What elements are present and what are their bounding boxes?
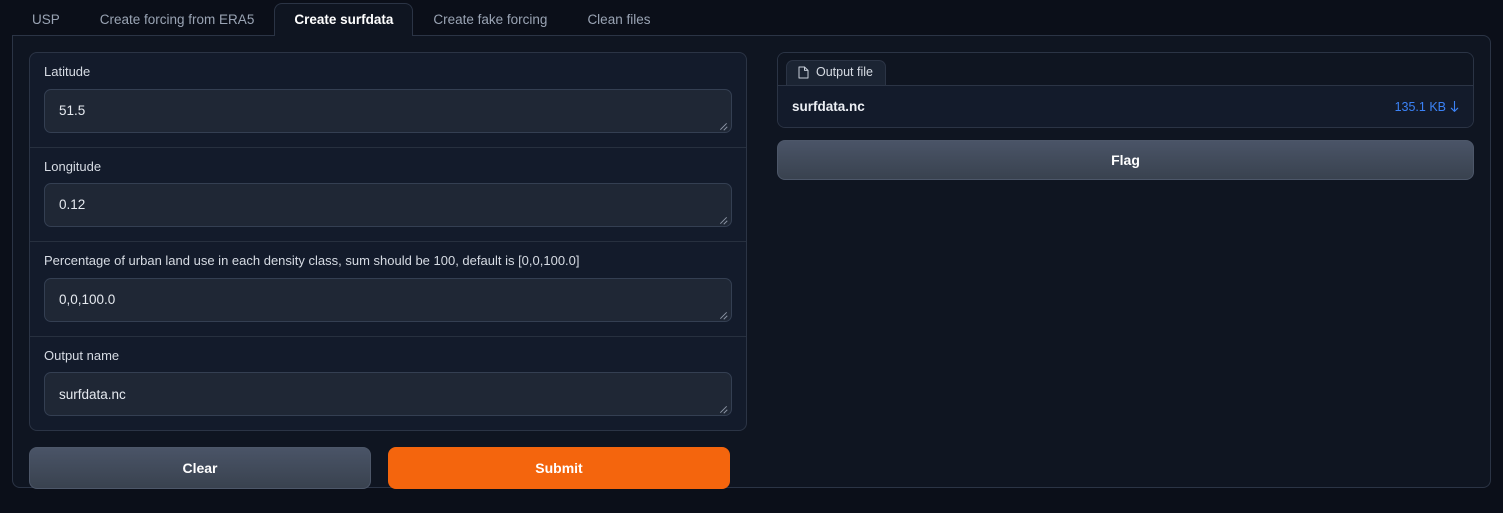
form-actions: Clear Submit (29, 447, 747, 490)
output-file-card: Output file surfdata.nc 135.1 KB (777, 52, 1474, 128)
download-arrow-icon (1450, 100, 1459, 112)
output-file-tab-label: Output file (816, 65, 873, 80)
resize-handle-icon[interactable] (717, 307, 728, 318)
tab-create-forcing-era5[interactable]: Create forcing from ERA5 (80, 3, 275, 37)
tab-label: Create surfdata (294, 11, 394, 27)
output-name-label: Output name (44, 347, 120, 363)
field-longitude: Longitude 0.12 (30, 148, 746, 243)
resize-handle-icon[interactable] (717, 212, 728, 223)
document-icon (798, 66, 809, 79)
output-file-name: surfdata.nc (792, 99, 865, 114)
output-name-input[interactable]: surfdata.nc (44, 372, 732, 417)
tab-clean-files[interactable]: Clean files (567, 3, 670, 37)
output-file-row[interactable]: surfdata.nc 135.1 KB (778, 85, 1473, 127)
tab-content-panel: Latitude 51.5 Longitude 0.12 Percentage … (12, 35, 1491, 490)
longitude-label: Longitude (44, 158, 102, 174)
longitude-value: 0.12 (59, 197, 86, 213)
flag-button[interactable]: Flag (777, 140, 1474, 180)
urban-density-percentage-input[interactable]: 0,0,100.0 (44, 277, 732, 322)
tab-label: Create fake forcing (433, 11, 548, 27)
output-file-tabstrip: Output file (778, 53, 1473, 85)
flag-button-label: Flag (1111, 152, 1140, 168)
output-name-value: surfdata.nc (59, 386, 126, 402)
download-file-link[interactable]: 135.1 KB (1395, 100, 1459, 114)
tab-label: Create forcing from ERA5 (99, 11, 255, 27)
tab-create-surfdata[interactable]: Create surfdata (274, 2, 414, 36)
latitude-value: 51.5 (59, 102, 86, 118)
tab-create-fake-forcing[interactable]: Create fake forcing (413, 3, 567, 37)
field-latitude: Latitude 51.5 (30, 53, 746, 148)
form-column: Latitude 51.5 Longitude 0.12 Percentage … (29, 52, 747, 490)
input-form-group: Latitude 51.5 Longitude 0.12 Percentage … (29, 52, 747, 432)
output-column: Output file surfdata.nc 135.1 KB Flag (777, 52, 1474, 471)
clear-button-label: Clear (182, 460, 218, 477)
tab-usp[interactable]: USP (12, 3, 80, 37)
tab-label: USP (32, 11, 60, 27)
urban-density-percentage-value: 0,0,100.0 (59, 292, 116, 308)
output-file-size: 135.1 KB (1394, 99, 1446, 114)
latitude-label: Latitude (44, 64, 91, 79)
field-output-name: Output name surfdata.nc (30, 337, 746, 431)
clear-button[interactable]: Clear (29, 447, 371, 490)
latitude-input[interactable]: 51.5 (44, 88, 732, 133)
resize-handle-icon[interactable] (717, 401, 728, 412)
tab-label: Clean files (587, 11, 651, 27)
longitude-input[interactable]: 0.12 (44, 183, 732, 228)
resize-handle-icon[interactable] (717, 118, 728, 129)
field-urban-density-percentage: Percentage of urban land use in each den… (30, 242, 746, 337)
tab-output-file[interactable]: Output file (786, 60, 886, 85)
submit-button-label: Submit (535, 460, 583, 477)
tab-bar: USP Create forcing from ERA5 Create surf… (0, 0, 1503, 36)
urban-density-percentage-label: Percentage of urban land use in each den… (44, 253, 580, 269)
submit-button[interactable]: Submit (388, 447, 730, 490)
